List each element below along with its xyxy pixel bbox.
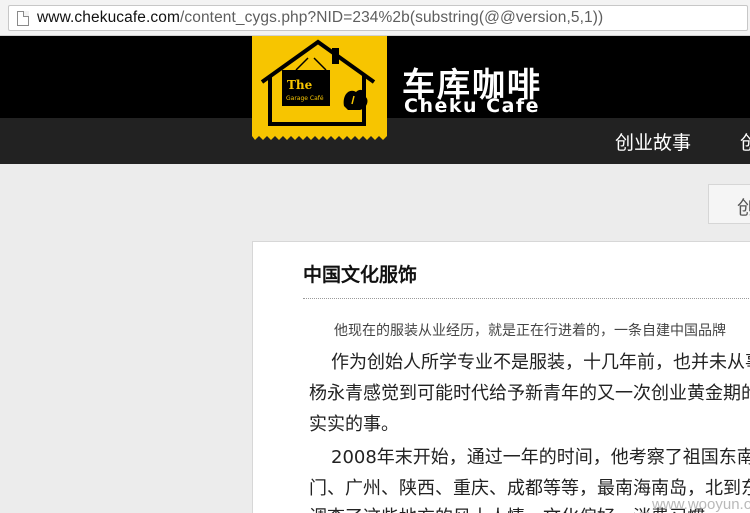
article-line: 作为创始人所学专业不是服装，十几年前，也并未从事 <box>331 352 750 373</box>
nav-item-next[interactable]: 创 <box>740 128 750 155</box>
site-logo[interactable]: The Garage Café <box>252 36 387 144</box>
article-title: 中国文化服饰 <box>303 264 418 286</box>
brand-name-english: Cheku Cafe <box>404 95 541 117</box>
url-path: /content_cygs.php?NID=234%2b(substring(@… <box>179 9 604 26</box>
logo-text-garage-cafe: Garage Café <box>286 95 324 102</box>
article-line: 杨永青感觉到可能时代给予新青年的又一次创业黄金期的 <box>309 383 750 404</box>
browser-toolbar: www.chekucafe.com/content_cygs.php?NID=2… <box>0 0 750 36</box>
url-host: www.chekucafe.com <box>37 9 180 26</box>
title-divider <box>303 298 750 299</box>
nav-item-startup-stories[interactable]: 创业故事 <box>615 128 691 155</box>
url-text[interactable]: www.chekucafe.com/content_cygs.php?NID=2… <box>37 9 603 27</box>
address-bar[interactable]: www.chekucafe.com/content_cygs.php?NID=2… <box>8 5 748 31</box>
section-tab[interactable]: 创 <box>708 184 750 224</box>
article-line: 2008年末开始，通过一年的时间，他考察了祖国东南 <box>331 447 750 468</box>
page-icon <box>17 11 29 26</box>
logo-text-the: The <box>287 78 313 92</box>
watermark: www.wooyun.org <box>652 496 750 513</box>
article-line: 调查了这些地方的风土人情、文化偏好、消费习惯 <box>309 503 705 513</box>
logo-graphic <box>252 36 387 140</box>
article-summary: 他现在的服装从业经历，就是正在行进着的，一条自建中国品牌 <box>334 323 726 339</box>
section-tab-label: 创 <box>737 197 750 219</box>
article-line: 实实的事。 <box>309 414 399 435</box>
